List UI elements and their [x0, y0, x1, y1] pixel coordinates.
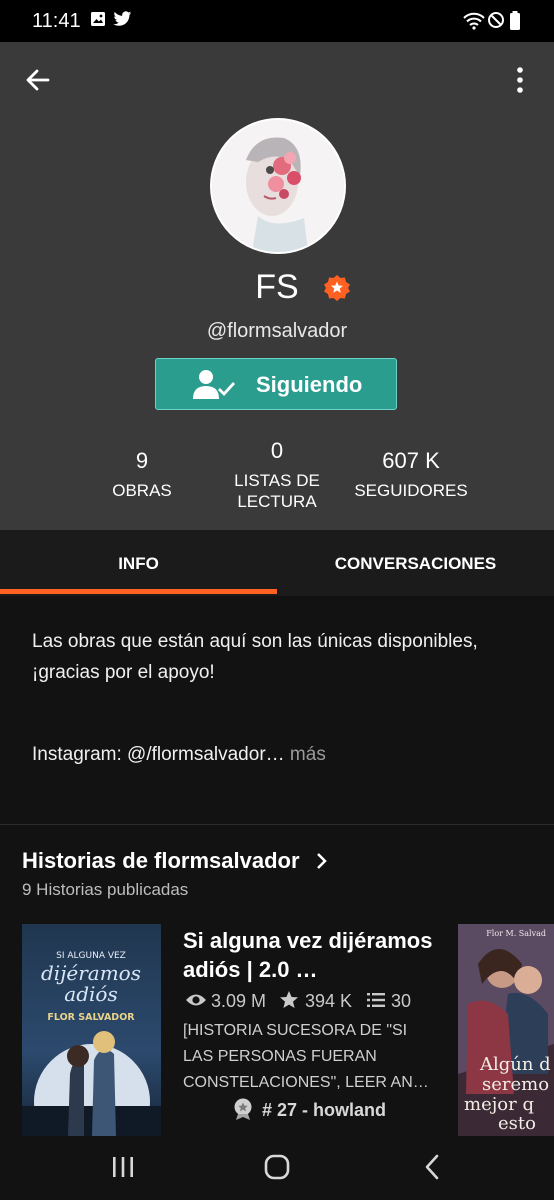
- profile-description: Las obras que están aquí son las únicas …: [32, 631, 478, 683]
- stories-count: 9 Historias publicadas: [22, 880, 189, 899]
- next-cover-line-2: seremo: [482, 1074, 549, 1095]
- status-time: 11:41: [32, 10, 81, 32]
- story-reads: 3.09 M: [211, 991, 267, 1011]
- cover-line-3: adiós: [64, 982, 117, 1006]
- user-check-icon: [193, 370, 236, 399]
- story-votes: 394 K: [305, 991, 353, 1011]
- chevron-right-icon: [316, 853, 327, 869]
- home-icon[interactable]: [263, 1153, 291, 1181]
- eye-icon: [186, 994, 206, 1006]
- list-icon: [367, 993, 385, 1007]
- avatar-image: [212, 120, 344, 252]
- story-title[interactable]: Si alguna vez dijéramos adiós | 2.0 …: [183, 926, 443, 984]
- stat-reading-lists-number: 0: [270, 438, 284, 463]
- more-link[interactable]: más: [290, 744, 326, 765]
- do-not-disturb-icon: [488, 12, 504, 28]
- stat-works-number: 9: [135, 448, 149, 473]
- star-badge-icon: [323, 275, 350, 301]
- profile-header: FS @flormsalvador Siguiendo 9 OBRAS 0 LI…: [0, 42, 554, 530]
- next-cover-line-4: esto: [498, 1113, 536, 1134]
- story-rank-text: # 27 - howland: [262, 1100, 387, 1120]
- recents-icon[interactable]: [110, 1154, 136, 1180]
- cover-line-4: FLOR SALVADOR: [47, 1012, 135, 1023]
- star-icon: [280, 991, 298, 1008]
- story-parts: 30: [391, 991, 412, 1011]
- stat-works[interactable]: 9 OBRAS: [92, 448, 192, 501]
- story-cover[interactable]: SI ALGUNA VEZ dijéramos adiós FLOR SALVA…: [22, 924, 161, 1160]
- story-cover-image: SI ALGUNA VEZ dijéramos adiós FLOR SALVA…: [22, 924, 161, 1160]
- battery-icon: [510, 11, 520, 30]
- system-navigation-bar: [0, 1136, 554, 1200]
- cover-line-1: SI ALGUNA VEZ: [56, 951, 126, 961]
- avatar[interactable]: [210, 118, 346, 254]
- profile-tabs: INFO CONVERSACIONES: [0, 530, 554, 596]
- status-bar: 11:41: [0, 0, 554, 42]
- instagram-text: Instagram: @/flormsalvador…: [32, 744, 285, 765]
- stat-followers[interactable]: 607 K SEGUIDORES: [348, 448, 474, 501]
- next-cover-author: Flor M. Salvad: [486, 929, 546, 938]
- twitter-icon: [113, 11, 132, 26]
- instagram-line: Instagram: @/flormsalvador… más: [32, 744, 326, 766]
- section-divider: [0, 824, 554, 825]
- stories-section-title[interactable]: Historias de flormsalvador: [22, 848, 328, 874]
- next-cover-line-1: Algún d: [479, 1054, 551, 1075]
- more-vertical-icon[interactable]: [504, 64, 536, 96]
- stat-followers-label: SEGUIDORES: [354, 481, 468, 500]
- story-rank[interactable]: # 27 - howland: [233, 1098, 386, 1121]
- stat-reading-lists-label: LISTAS DE LECTURA: [234, 471, 320, 511]
- stat-works-label: OBRAS: [112, 481, 172, 500]
- story-description: [HISTORIA SUCESORA DE "SI LAS PERSONAS F…: [183, 1022, 429, 1091]
- story-cover-next-image: Flor M. Salvad Algún d seremo mejor q es…: [458, 924, 554, 1136]
- stat-followers-number: 607 K: [382, 448, 440, 473]
- back-nav-icon[interactable]: [420, 1153, 444, 1181]
- following-button[interactable]: Siguiendo: [155, 358, 397, 410]
- active-tab-indicator: [0, 589, 277, 594]
- wifi-icon: [463, 12, 485, 30]
- profile-name: FS: [255, 268, 299, 306]
- gallery-icon: [91, 12, 105, 26]
- next-cover-line-3: mejor q: [464, 1094, 534, 1115]
- stories-title-text: Historias de flormsalvador: [22, 848, 300, 873]
- story-cover-next[interactable]: Flor M. Salvad Algún d seremo mejor q es…: [458, 924, 554, 1136]
- back-arrow-icon[interactable]: [22, 64, 54, 96]
- following-button-label: Siguiendo: [256, 372, 363, 397]
- profile-handle: @flormsalvador: [206, 320, 348, 342]
- rank-badge-icon: [234, 1098, 252, 1120]
- tab-conversations[interactable]: CONVERSACIONES: [277, 530, 554, 596]
- tab-info[interactable]: INFO: [0, 530, 277, 596]
- stat-reading-lists[interactable]: 0 LISTAS DE LECTURA: [212, 438, 342, 512]
- profile-name-row: FS: [0, 268, 554, 307]
